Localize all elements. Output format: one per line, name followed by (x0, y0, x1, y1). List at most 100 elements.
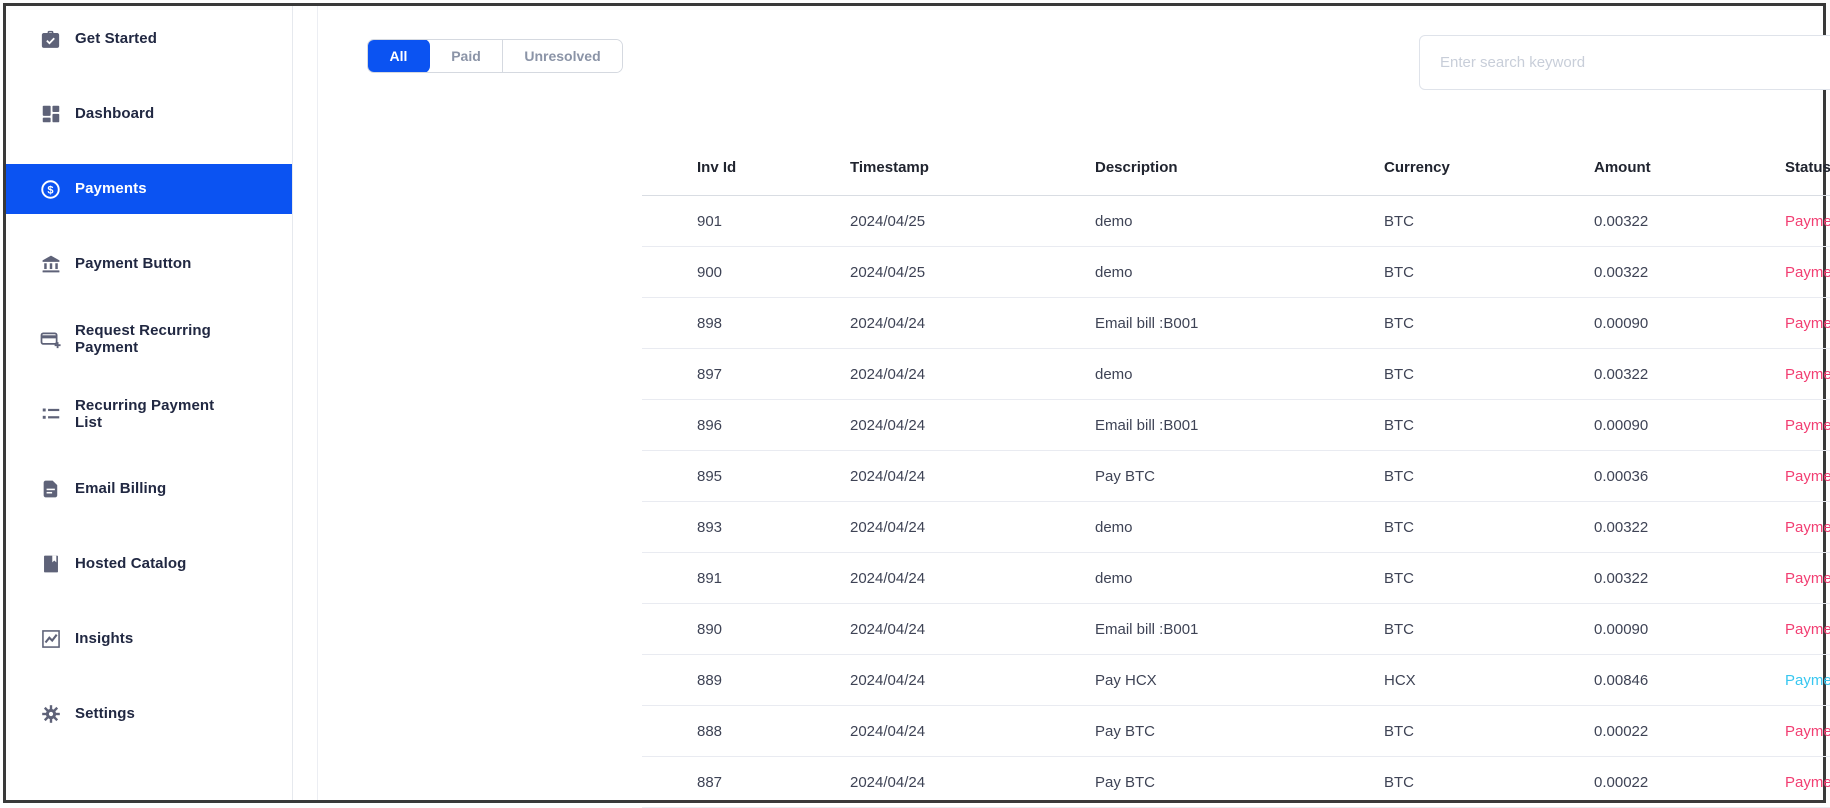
sidebar-item-request-recurring-payment[interactable]: Request Recurring Payment (6, 314, 292, 364)
sidebar: Get Started Dashboard $ Payments (6, 6, 293, 800)
cell-status: Payment Failed (1785, 570, 1830, 587)
sidebar-item-label: Settings (75, 705, 135, 722)
sidebar-item-insights[interactable]: Insights (6, 614, 292, 664)
grid-icon (39, 103, 62, 126)
main-content: All Paid Unresolved Search Inv Id Timest… (318, 6, 1823, 800)
sidebar-item-get-started[interactable]: Get Started (6, 14, 292, 64)
bank-icon (39, 253, 62, 276)
table-row[interactable]: 895 2024/04/24 Pay BTC BTC 0.00036 Payme… (642, 451, 1830, 502)
cell-currency: HCX (1384, 672, 1594, 689)
cell-currency: BTC (1384, 570, 1594, 587)
cell-status: Payment Failed (1785, 621, 1830, 638)
sidebar-item-settings[interactable]: Settings (6, 689, 292, 739)
sidebar-item-payment-button[interactable]: Payment Button (6, 239, 292, 289)
cell-inv-id: 888 (642, 723, 850, 740)
sidebar-item-hosted-catalog[interactable]: Hosted Catalog (6, 539, 292, 589)
cell-timestamp: 2024/04/24 (850, 723, 1095, 740)
sidebar-item-label: Email Billing (75, 480, 166, 497)
cell-status: Payment Failed (1785, 264, 1830, 281)
cell-description: demo (1095, 264, 1384, 281)
cell-description: Pay HCX (1095, 672, 1384, 689)
cell-status: Payment Failed (1785, 366, 1830, 383)
cell-timestamp: 2024/04/24 (850, 570, 1095, 587)
briefcase-check-icon (39, 28, 62, 51)
sidebar-item-label: Payments (75, 180, 147, 197)
table-row[interactable]: 889 2024/04/24 Pay HCX HCX 0.00846 Payme… (642, 655, 1830, 706)
cell-timestamp: 2024/04/24 (850, 774, 1095, 791)
cell-timestamp: 2024/04/24 (850, 672, 1095, 689)
svg-text:$: $ (47, 184, 53, 196)
cell-status: Payment Processing (1785, 672, 1830, 689)
payments-table: Inv Id Timestamp Description Currency Am… (642, 130, 1830, 808)
tab-unresolved[interactable]: Unresolved (503, 40, 622, 72)
cell-status: Payment Failed (1785, 774, 1830, 791)
table-row[interactable]: 901 2024/04/25 demo BTC 0.00322 Payment … (642, 196, 1830, 247)
cell-currency: BTC (1384, 264, 1594, 281)
cell-timestamp: 2024/04/24 (850, 468, 1095, 485)
line-chart-icon (39, 628, 62, 651)
search-input[interactable] (1419, 35, 1830, 90)
tab-all[interactable]: All (367, 39, 430, 73)
app-window: Get Started Dashboard $ Payments (3, 3, 1826, 803)
sidebar-item-label: Recurring Payment List (75, 397, 243, 432)
cell-timestamp: 2024/04/24 (850, 366, 1095, 383)
cell-amount: 0.00322 (1594, 570, 1785, 587)
cell-description: Email bill :B001 (1095, 315, 1384, 332)
column-header-inv-id: Inv Id (642, 159, 850, 176)
list-icon (39, 403, 62, 426)
sidebar-item-payments[interactable]: $ Payments (6, 164, 292, 214)
cell-status: Payment Failed (1785, 213, 1830, 230)
cell-currency: BTC (1384, 519, 1594, 536)
cell-inv-id: 893 (642, 519, 850, 536)
sidebar-item-label: Payment Button (75, 255, 191, 272)
cell-amount: 0.00022 (1594, 774, 1785, 791)
table-row[interactable]: 888 2024/04/24 Pay BTC BTC 0.00022 Payme… (642, 706, 1830, 757)
cell-description: demo (1095, 213, 1384, 230)
cell-inv-id: 898 (642, 315, 850, 332)
document-icon (39, 478, 62, 501)
cell-currency: BTC (1384, 213, 1594, 230)
cell-description: demo (1095, 519, 1384, 536)
cell-inv-id: 889 (642, 672, 850, 689)
table-row[interactable]: 893 2024/04/24 demo BTC 0.00322 Payment … (642, 502, 1830, 553)
table-row[interactable]: 896 2024/04/24 Email bill :B001 BTC 0.00… (642, 400, 1830, 451)
sidebar-item-email-billing[interactable]: Email Billing (6, 464, 292, 514)
cell-timestamp: 2024/04/25 (850, 213, 1095, 230)
cell-currency: BTC (1384, 468, 1594, 485)
table-row[interactable]: 900 2024/04/25 demo BTC 0.00322 Payment … (642, 247, 1830, 298)
cell-currency: BTC (1384, 774, 1594, 791)
cell-currency: BTC (1384, 315, 1594, 332)
column-header-status: Status (1785, 159, 1830, 176)
cell-timestamp: 2024/04/24 (850, 417, 1095, 434)
cell-inv-id: 891 (642, 570, 850, 587)
table-row[interactable]: 887 2024/04/24 Pay BTC BTC 0.00022 Payme… (642, 757, 1830, 808)
cell-inv-id: 901 (642, 213, 850, 230)
cell-description: Email bill :B001 (1095, 621, 1384, 638)
cell-amount: 0.00090 (1594, 621, 1785, 638)
column-header-timestamp: Timestamp (850, 159, 1095, 176)
cell-inv-id: 887 (642, 774, 850, 791)
cell-status: Payment Failed (1785, 519, 1830, 536)
cell-currency: BTC (1384, 723, 1594, 740)
sidebar-item-label: Insights (75, 630, 133, 647)
table-row[interactable]: 897 2024/04/24 demo BTC 0.00322 Payment … (642, 349, 1830, 400)
cell-currency: BTC (1384, 417, 1594, 434)
table-header-row: Inv Id Timestamp Description Currency Am… (642, 130, 1830, 196)
cell-amount: 0.00036 (1594, 468, 1785, 485)
cell-inv-id: 890 (642, 621, 850, 638)
table-row[interactable]: 898 2024/04/24 Email bill :B001 BTC 0.00… (642, 298, 1830, 349)
sidebar-item-label: Hosted Catalog (75, 555, 186, 572)
sidebar-item-recurring-payment-list[interactable]: Recurring Payment List (6, 389, 292, 439)
table-row[interactable]: 890 2024/04/24 Email bill :B001 BTC 0.00… (642, 604, 1830, 655)
tab-paid[interactable]: Paid (430, 40, 503, 72)
card-plus-icon (39, 328, 62, 351)
cell-currency: BTC (1384, 621, 1594, 638)
cell-amount: 0.00022 (1594, 723, 1785, 740)
cell-amount: 0.00090 (1594, 417, 1785, 434)
table-row[interactable]: 891 2024/04/24 demo BTC 0.00322 Payment … (642, 553, 1830, 604)
sidebar-item-dashboard[interactable]: Dashboard (6, 89, 292, 139)
cell-description: Pay BTC (1095, 723, 1384, 740)
cell-currency: BTC (1384, 366, 1594, 383)
cell-description: demo (1095, 570, 1384, 587)
cell-status: Payment Failed (1785, 417, 1830, 434)
